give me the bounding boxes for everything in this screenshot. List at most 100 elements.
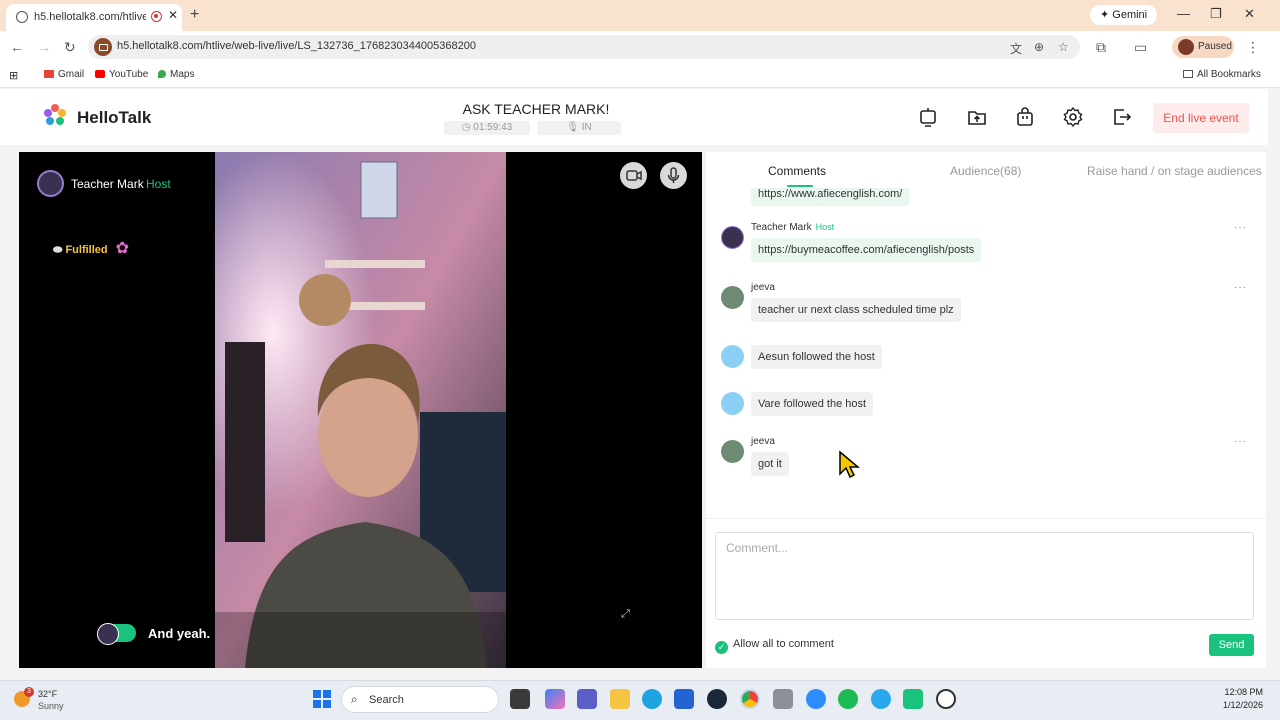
system-message: Aesun followed the host <box>751 345 882 369</box>
comment-list[interactable]: https://www.afiecenglish.com/ Teacher Ma… <box>706 188 1266 514</box>
mic-status-value: IN <box>581 122 592 133</box>
taskbar-search[interactable]: ⌕ Search <box>341 686 499 713</box>
upload-folder-icon[interactable] <box>966 106 988 128</box>
exit-icon[interactable] <box>1111 106 1133 128</box>
active-tab-indicator <box>787 185 813 187</box>
gem-icon: ⬬ <box>53 244 66 256</box>
comment-author: Teacher Mark Host <box>751 222 834 233</box>
edge-icon[interactable] <box>642 689 662 709</box>
url-bar[interactable]: h5.hellotalk8.com/htlive/web-live/live/L… <box>88 35 1080 59</box>
all-bookmarks[interactable]: All Bookmarks <box>1183 69 1261 80</box>
minimize-icon[interactable]: — <box>1177 6 1190 21</box>
comment-text: got it <box>751 452 789 476</box>
tab-comments[interactable]: Comments <box>768 164 826 178</box>
more-icon[interactable]: ··· <box>1234 282 1247 293</box>
close-tab-icon[interactable]: ✕ <box>168 8 178 22</box>
sparkle-icon: ✦ <box>1100 9 1113 21</box>
all-bookmarks-label: All Bookmarks <box>1197 69 1261 80</box>
reload-icon[interactable]: ↻ <box>64 39 76 56</box>
host-badge: Host <box>815 222 835 232</box>
chatgpt-icon[interactable] <box>936 689 956 709</box>
zoom-icon[interactable]: ⊕ <box>1034 40 1044 54</box>
store-icon[interactable] <box>674 689 694 709</box>
avatar[interactable] <box>721 440 744 463</box>
gift-icon: ✿ <box>115 240 130 257</box>
bookmark-youtube[interactable]: YouTube <box>95 69 148 80</box>
copilot-icon[interactable] <box>545 689 565 709</box>
address-toolbar: ← → ↻ h5.hellotalk8.com/htlive/web-live/… <box>0 31 1280 63</box>
browser-tab-strip: h5.hellotalk8.com/htlive/we ✕ + ✦ Gemini… <box>0 0 1280 31</box>
bookmark-maps[interactable]: Maps <box>158 69 194 80</box>
live-title: ASK TEACHER MARK! <box>462 101 610 117</box>
shop-bag-icon[interactable] <box>1014 106 1036 128</box>
more-icon[interactable]: ··· <box>1234 222 1247 233</box>
mic-status: 🎙 IN <box>537 121 621 135</box>
mic-toggle-button[interactable] <box>660 162 687 189</box>
windows-taskbar: 3 32°F Sunny ⌕ Search 12:08 PM 1/12/2026 <box>0 680 1280 720</box>
mouse-cursor-icon <box>839 450 860 479</box>
profile-button[interactable]: Paused <box>1172 36 1234 58</box>
hellotalk-app-icon[interactable] <box>903 689 923 709</box>
tab-raise-hand[interactable]: Raise hand / on stage audiences <box>1087 164 1262 178</box>
back-icon[interactable]: ← <box>10 39 24 55</box>
new-tab-button[interactable]: + <box>190 6 199 24</box>
translate-icon[interactable]: 文 <box>1010 40 1022 57</box>
allow-all-toggle[interactable]: ✓ Allow all to comment <box>715 638 834 654</box>
more-icon[interactable]: ··· <box>1234 436 1247 447</box>
weather-condition: Sunny <box>38 701 64 711</box>
system-message: Vare followed the host <box>751 392 874 416</box>
allow-label: Allow all to comment <box>733 638 834 650</box>
extensions-icon[interactable]: ⧉ <box>1096 39 1106 56</box>
video-stage: Teacher Mark Host ⬬ Fulfilled ✿ And yeah.… <box>19 152 702 668</box>
settings-gear-icon[interactable] <box>1062 106 1084 128</box>
end-live-event-button[interactable]: End live event <box>1153 103 1249 133</box>
bookmark-label: YouTube <box>109 69 149 80</box>
star-icon[interactable]: ☆ <box>1058 40 1069 54</box>
avatar[interactable] <box>721 286 744 309</box>
recording-icon <box>151 11 162 22</box>
avatar[interactable] <box>721 226 744 249</box>
live-caption: And yeah. <box>148 626 211 641</box>
zoom-icon[interactable] <box>806 689 826 709</box>
comment-link[interactable]: https://buymeacoffee.com/afiecenglish/po… <box>751 238 982 262</box>
forward-icon[interactable]: → <box>37 39 51 55</box>
comment-box[interactable] <box>715 532 1254 620</box>
youtube-icon <box>95 70 105 78</box>
host-name: Teacher Mark <box>71 177 144 191</box>
host-badge: Host <box>146 177 171 191</box>
camera-toggle-button[interactable] <box>620 162 647 189</box>
browser-tab[interactable]: h5.hellotalk8.com/htlive/we ✕ <box>6 4 182 31</box>
author-name: Teacher Mark <box>751 222 812 233</box>
camera-icon <box>626 170 642 181</box>
teams-icon[interactable] <box>577 689 597 709</box>
maximize-icon[interactable]: ❐ <box>1210 6 1222 22</box>
comment-link[interactable]: https://www.afiecenglish.com/ <box>751 188 910 206</box>
sidebar-icon[interactable]: ▭ <box>1134 39 1147 56</box>
whiteboard-icon[interactable] <box>917 106 939 128</box>
fullscreen-icon[interactable]: ⤢ <box>621 608 633 620</box>
comment-input[interactable] <box>716 533 1253 563</box>
send-button[interactable]: Send <box>1209 634 1254 656</box>
hellotalk-logo-icon <box>44 104 66 125</box>
file-explorer-icon[interactable] <box>610 689 630 709</box>
tab-audience[interactable]: Audience(68) <box>950 164 1021 178</box>
steam-icon[interactable] <box>707 689 727 709</box>
bookmark-gmail[interactable]: Gmail <box>44 69 84 80</box>
apps-icon[interactable]: ⊞ <box>9 69 18 82</box>
gemini-button[interactable]: ✦ Gemini <box>1090 5 1158 25</box>
spotify-icon[interactable] <box>838 689 858 709</box>
check-icon: ✓ <box>715 641 728 654</box>
speaker-avatar <box>97 623 136 645</box>
close-window-icon[interactable]: ✕ <box>1244 6 1255 22</box>
menu-icon[interactable]: ⋮ <box>1246 39 1260 56</box>
photos-icon[interactable] <box>773 689 793 709</box>
comment-text: teacher ur next class scheduled time plz <box>751 298 961 322</box>
system-clock[interactable]: 12:08 PM 1/12/2026 <box>1203 686 1263 712</box>
follow-icon <box>721 392 744 415</box>
site-camera-icon <box>94 38 112 56</box>
windows-start-icon[interactable] <box>313 690 331 708</box>
chrome-icon[interactable] <box>740 689 760 709</box>
task-view-icon[interactable] <box>510 689 530 709</box>
host-avatar[interactable] <box>37 170 64 197</box>
telegram-icon[interactable] <box>871 689 891 709</box>
